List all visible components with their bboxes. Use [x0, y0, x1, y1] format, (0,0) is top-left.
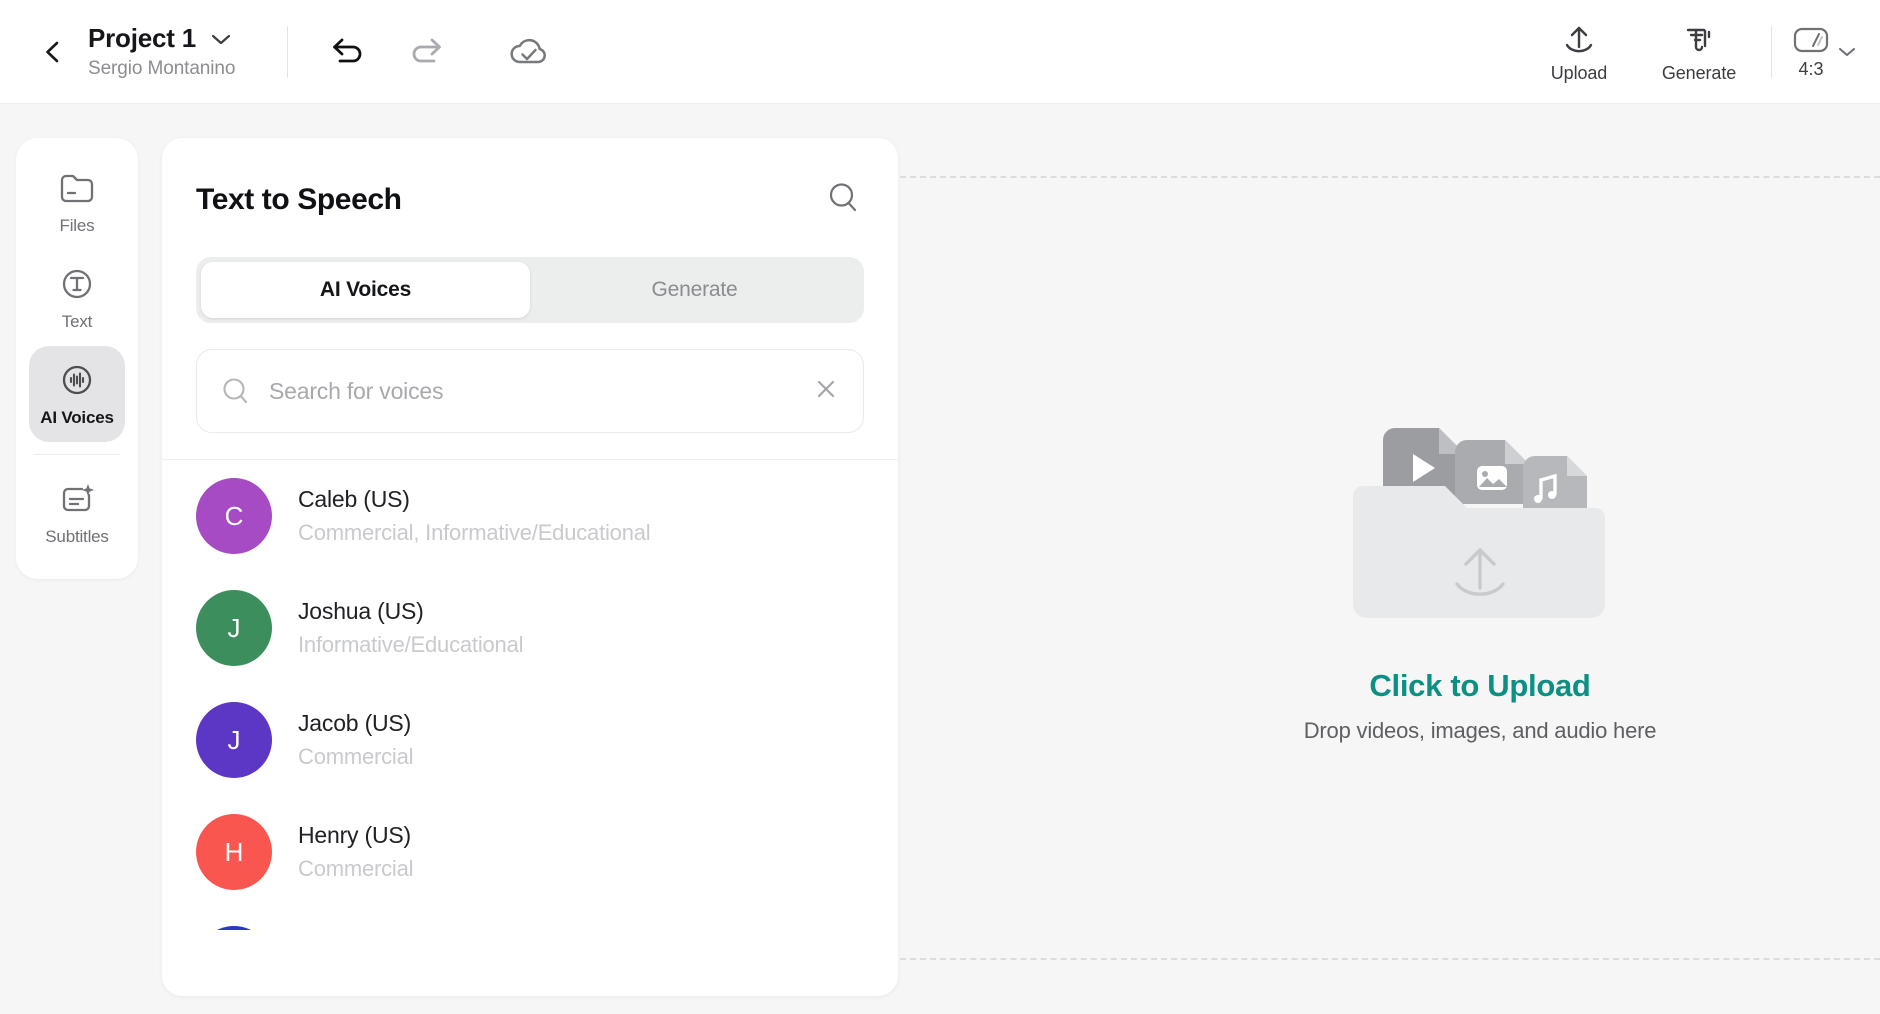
- upload-label: Upload: [1551, 63, 1607, 84]
- panel-header: Text to Speech: [162, 138, 898, 223]
- voice-name: Jacob (US): [298, 710, 413, 737]
- upload-title[interactable]: Click to Upload: [1369, 668, 1590, 704]
- history-buttons: [322, 25, 556, 79]
- page-title: Project 1: [88, 23, 196, 54]
- project-info: Project 1 Sergio Montanino: [88, 23, 235, 80]
- project-title-row[interactable]: Project 1: [88, 23, 235, 54]
- folder-media-upload-illustration: [1335, 392, 1625, 642]
- voice-info: Jacob (US) Commercial: [298, 710, 413, 770]
- panel-tabs: AI Voices Generate: [196, 257, 864, 323]
- search-icon: [221, 376, 251, 406]
- sidebar-divider: [34, 454, 120, 455]
- text-to-speech-panel: Text to Speech AI Voices Generate: [162, 138, 898, 996]
- avatar: H: [196, 814, 272, 890]
- upload-placeholder[interactable]: Click to Upload Drop videos, images, and…: [1304, 392, 1657, 744]
- redo-icon: [405, 35, 445, 69]
- voice-info: Caleb (US) Commercial, Informative/Educa…: [298, 486, 650, 546]
- search-icon[interactable]: [822, 176, 864, 223]
- avatar: J: [196, 590, 272, 666]
- avatar: C: [196, 478, 272, 554]
- list-item[interactable]: H Henry (US) Commercial: [196, 796, 864, 908]
- upload-subtitle: Drop videos, images, and audio here: [1304, 718, 1657, 744]
- avatar: J: [196, 702, 272, 778]
- panel-title: Text to Speech: [196, 183, 402, 217]
- undo-button[interactable]: [322, 25, 376, 79]
- voice-search-bar: [196, 349, 864, 433]
- voice-name: Joshua (US): [298, 598, 523, 625]
- back-button[interactable]: [30, 29, 76, 75]
- save-status-button[interactable]: [502, 25, 556, 79]
- list-item[interactable]: [196, 908, 864, 930]
- folder-icon: [55, 169, 99, 209]
- aspect-ratio-label: 4:3: [1798, 59, 1823, 80]
- generate-label: Generate: [1662, 63, 1736, 84]
- voice-tags: Informative/Educational: [298, 632, 523, 658]
- chevron-left-icon: [40, 39, 66, 65]
- sidebar-item-label: Files: [60, 216, 95, 236]
- sidebar-item-label: AI Voices: [40, 408, 113, 428]
- header-divider-left: [287, 26, 288, 78]
- list-item[interactable]: J Joshua (US) Informative/Educational: [196, 572, 864, 684]
- cloud-check-icon: [507, 35, 551, 69]
- voice-list[interactable]: C Caleb (US) Commercial, Informative/Edu…: [162, 460, 898, 930]
- voice-info: Henry (US) Commercial: [298, 822, 413, 882]
- voice-name: Caleb (US): [298, 486, 650, 513]
- canvas-dropzone[interactable]: Click to Upload Drop videos, images, and…: [900, 176, 1880, 960]
- generate-button[interactable]: Generate: [1639, 20, 1759, 84]
- header-divider-right: [1771, 26, 1772, 78]
- project-owner: Sergio Montanino: [88, 58, 235, 80]
- undo-icon: [329, 35, 369, 69]
- sidebar-item-files[interactable]: Files: [29, 154, 125, 250]
- text-circle-icon: [55, 265, 99, 305]
- avatar: [196, 926, 272, 930]
- voice-name: Henry (US): [298, 822, 413, 849]
- sidebar-item-label: Subtitles: [45, 527, 108, 547]
- aspect-ratio-control[interactable]: 4:3: [1792, 25, 1858, 80]
- sidebar-item-label: Text: [62, 312, 92, 332]
- voice-tags: Commercial: [298, 744, 413, 770]
- top-header: Project 1 Sergio Montanino: [0, 0, 1880, 104]
- search-icon: [826, 180, 860, 214]
- tab-ai-voices[interactable]: AI Voices: [201, 262, 530, 318]
- sidebar-item-text[interactable]: Text: [29, 250, 125, 346]
- chevron-down-icon[interactable]: [1836, 45, 1858, 59]
- list-item[interactable]: J Jacob (US) Commercial: [196, 684, 864, 796]
- audio-wave-icon: [1679, 20, 1719, 60]
- tab-generate[interactable]: Generate: [530, 262, 859, 318]
- upload-arrow-icon: [1559, 20, 1599, 60]
- close-icon[interactable]: [813, 376, 839, 407]
- sidebar-item-subtitles[interactable]: Subtitles: [29, 465, 125, 561]
- header-actions: Upload Generate: [1519, 0, 1880, 104]
- aspect-ratio-icon: [1792, 25, 1830, 55]
- subtitles-sparkle-icon: [55, 480, 99, 520]
- list-item[interactable]: C Caleb (US) Commercial, Informative/Edu…: [196, 460, 864, 572]
- redo-button[interactable]: [398, 25, 452, 79]
- voice-info: Joshua (US) Informative/Educational: [298, 598, 523, 658]
- upload-button[interactable]: Upload: [1519, 20, 1639, 84]
- close-icon: [813, 376, 839, 402]
- voice-tags: Commercial: [298, 856, 413, 882]
- chevron-down-icon[interactable]: [210, 32, 232, 46]
- search-input[interactable]: [269, 378, 795, 405]
- left-sidebar: Files Text AI Voices: [16, 138, 138, 579]
- sidebar-item-ai-voices[interactable]: AI Voices: [29, 346, 125, 442]
- aspect-ratio-inner: 4:3: [1792, 25, 1830, 80]
- app-root: Project 1 Sergio Montanino: [0, 0, 1880, 1014]
- waveform-circle-icon: [55, 361, 99, 401]
- voice-tags: Commercial, Informative/Educational: [298, 520, 650, 546]
